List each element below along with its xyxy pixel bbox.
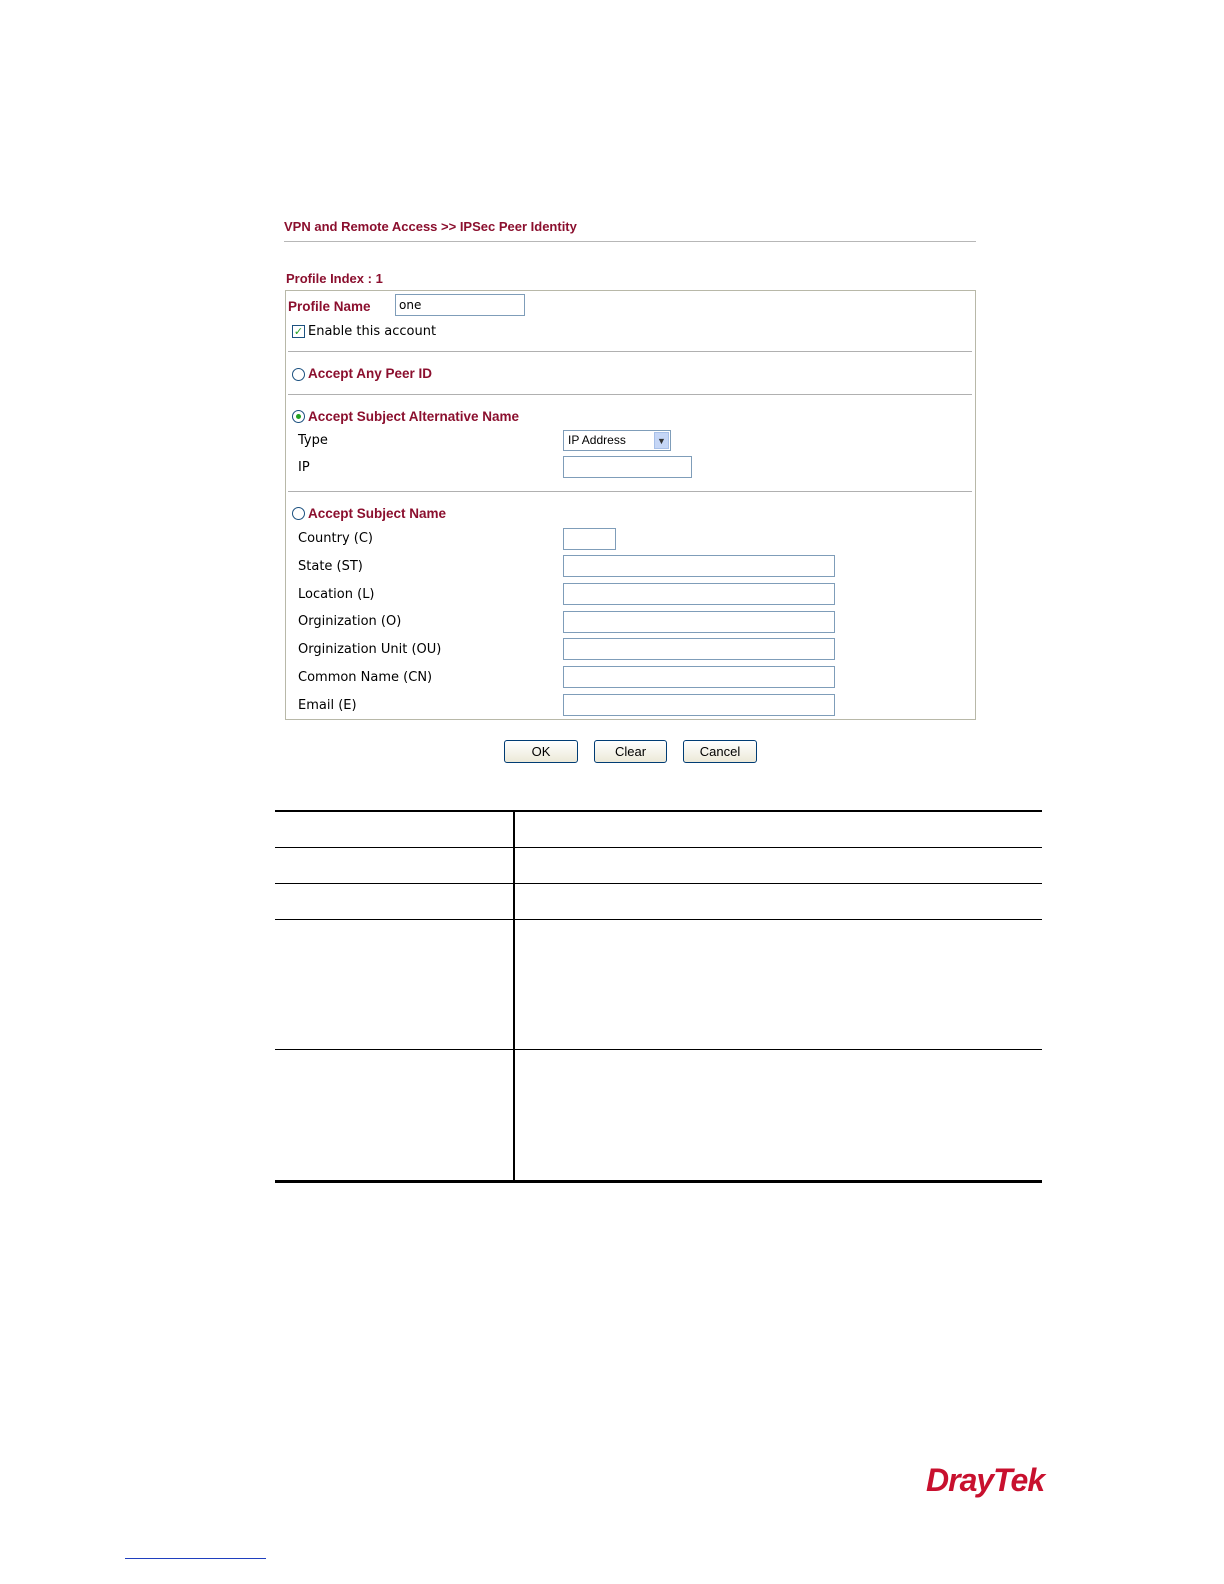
accept-any-peer-label: Accept Any Peer ID [308, 366, 433, 381]
country-label: Country (C) [298, 531, 373, 546]
location-input[interactable] [563, 583, 835, 605]
table-rule [275, 883, 1042, 884]
accept-subject-name-radio[interactable] [292, 507, 305, 520]
state-input[interactable] [563, 555, 835, 577]
accept-subject-name-label: Accept Subject Name [308, 506, 447, 521]
organization-unit-label: Orginization Unit (OU) [298, 642, 442, 657]
state-label: State (ST) [298, 559, 363, 574]
table-rule [275, 919, 1042, 920]
profile-index-label: Profile Index : 1 [286, 271, 383, 286]
section-divider [288, 394, 972, 395]
ok-button[interactable]: OK [504, 740, 578, 763]
profile-name-input[interactable] [395, 294, 525, 316]
accept-any-peer-radio[interactable] [292, 368, 305, 381]
email-input[interactable] [563, 694, 835, 716]
common-name-input[interactable] [563, 666, 835, 688]
cancel-button[interactable]: Cancel [683, 740, 757, 763]
chevron-down-icon[interactable]: ▼ [654, 432, 669, 449]
clear-button[interactable]: Clear [594, 740, 667, 763]
type-select[interactable]: IP Address ▼ [563, 430, 671, 451]
table-rule [275, 847, 1042, 848]
ip-label: IP [298, 460, 310, 475]
table-rule [275, 1049, 1042, 1050]
organization-input[interactable] [563, 611, 835, 633]
enable-account-checkbox[interactable]: ✓ [292, 325, 305, 338]
enable-account-label: Enable this account [308, 324, 437, 339]
draytek-logo: DrayTek [926, 1462, 1045, 1498]
ip-input[interactable] [563, 456, 692, 478]
location-label: Location (L) [298, 587, 375, 602]
section-divider [288, 491, 972, 492]
type-select-value: IP Address [568, 433, 626, 447]
type-label: Type [298, 433, 328, 448]
description-table [275, 810, 1042, 1183]
page-title: VPN and Remote Access >> IPSec Peer Iden… [284, 219, 577, 234]
country-input[interactable] [563, 528, 616, 550]
section-divider [288, 351, 972, 352]
accept-alt-name-label: Accept Subject Alternative Name [308, 409, 520, 424]
accept-alt-name-radio[interactable] [292, 410, 305, 423]
footer-link-underline [125, 1558, 266, 1559]
table-column-divider [513, 810, 515, 1181]
table-rule [275, 1180, 1042, 1183]
common-name-label: Common Name (CN) [298, 670, 433, 685]
profile-name-label: Profile Name [288, 299, 371, 314]
email-label: Email (E) [298, 698, 357, 713]
table-rule [275, 810, 1042, 812]
organization-unit-input[interactable] [563, 638, 835, 660]
organization-label: Orginization (O) [298, 614, 402, 629]
title-divider [284, 241, 976, 242]
